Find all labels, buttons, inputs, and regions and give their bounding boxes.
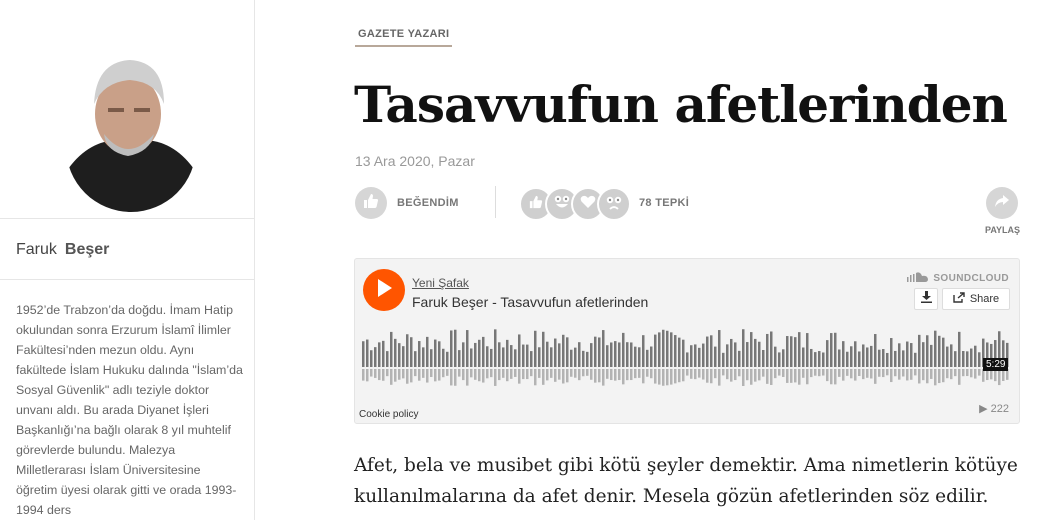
soundcloud-share-button[interactable]: Share xyxy=(942,288,1010,310)
like-label[interactable]: BEĞENDİM xyxy=(397,197,459,209)
share-arrow-icon xyxy=(994,194,1010,213)
author-first-name: Faruk xyxy=(16,241,57,258)
article-title: Tasavvufun afetlerinden xyxy=(354,75,1008,134)
play-count-value: 222 xyxy=(990,403,1009,415)
author-sidebar: Faruk Beşer 1952’de Trabzon’da doğdu. İma… xyxy=(0,0,255,520)
download-icon xyxy=(920,290,932,308)
download-button[interactable] xyxy=(914,288,938,310)
divider xyxy=(495,186,496,218)
soundcloud-player: Yeni Şafak Faruk Beşer - Tasavvufun afet… xyxy=(354,258,1020,424)
track-duration: 5:29 xyxy=(983,358,1009,371)
heart-icon xyxy=(580,195,596,214)
divider xyxy=(0,218,254,219)
share-label[interactable]: PAYLAŞ xyxy=(985,225,1020,235)
share-icon xyxy=(953,292,965,306)
author-bio: 1952’de Trabzon’da doğdu. İmam Hatip oku… xyxy=(16,303,243,517)
reaction-sad[interactable] xyxy=(597,187,631,221)
waveform[interactable] xyxy=(362,329,1012,389)
soundcloud-logo-icon xyxy=(907,272,929,285)
soundcloud-user-link[interactable]: Yeni Şafak xyxy=(412,276,469,290)
article-date: 13 Ara 2020, Pazar xyxy=(355,153,475,169)
article-body: Afet, bela ve musibet gibi kötü şeyler d… xyxy=(354,455,1018,507)
sad-icon xyxy=(602,190,626,219)
share-button[interactable] xyxy=(986,187,1018,219)
play-count: ▶ 222 xyxy=(979,403,1009,415)
section-kicker[interactable]: GAZETE YAZARI xyxy=(355,28,453,47)
cookie-policy-link[interactable]: Cookie policy xyxy=(359,409,418,420)
divider xyxy=(0,279,254,280)
soundcloud-share-label: Share xyxy=(969,293,1000,305)
reactions-count[interactable]: 78 TEPKİ xyxy=(639,197,689,209)
thumb-up-icon xyxy=(529,195,543,214)
author-avatar xyxy=(66,42,196,212)
author-name[interactable]: Faruk Beşer xyxy=(16,241,109,259)
play-button[interactable] xyxy=(363,269,405,311)
author-last-name: Beşer xyxy=(64,241,110,258)
soundcloud-track-title[interactable]: Faruk Beşer - Tasavvufun afetlerinden xyxy=(412,294,648,310)
play-icon xyxy=(375,278,393,303)
soundcloud-brand[interactable]: SOUNDCLOUD xyxy=(907,272,1009,285)
soundcloud-brand-label: SOUNDCLOUD xyxy=(933,273,1009,284)
thumb-up-icon xyxy=(363,193,379,214)
like-button[interactable] xyxy=(355,187,387,219)
